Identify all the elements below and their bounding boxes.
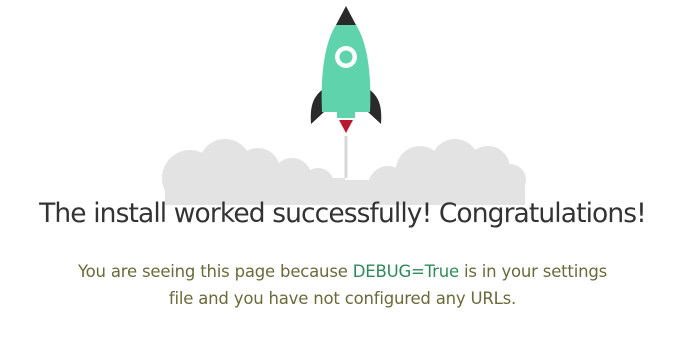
install-success-page: The install worked successfully! Congrat… (0, 0, 685, 339)
rocket-icon (310, 6, 382, 133)
status-message: You are seeing this page because DEBUG=T… (70, 258, 615, 312)
rocket-illustration (162, 6, 526, 205)
message-text-before: You are seeing this page because (77, 262, 353, 281)
page-title: The install worked successfully! Congrat… (39, 198, 647, 229)
debug-setting: DEBUG=True (352, 262, 459, 281)
cloud-icon (162, 139, 526, 205)
